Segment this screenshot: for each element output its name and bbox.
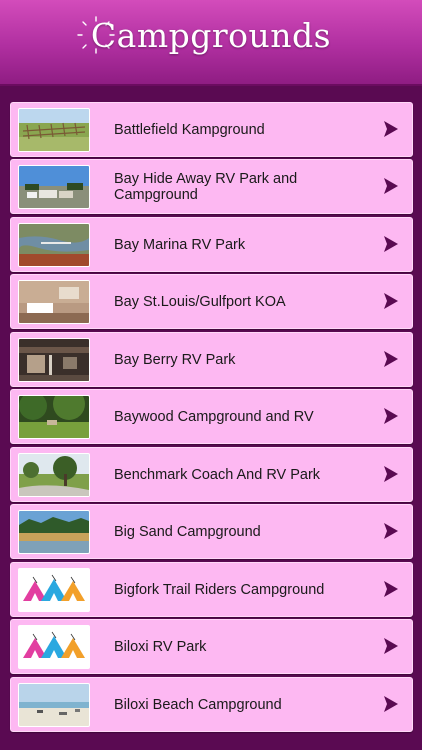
tents-icon bbox=[18, 625, 90, 669]
list-item[interactable]: Benchmark Coach And RV Park bbox=[10, 447, 413, 502]
list-item[interactable]: Biloxi RV Park bbox=[10, 619, 413, 674]
list-item-label: Bay Marina RV Park bbox=[114, 236, 246, 253]
chevron-right-icon bbox=[384, 351, 398, 367]
list-item-label: Bay St.Louis/Gulfport KOA bbox=[114, 293, 286, 310]
list-item[interactable]: Biloxi Beach Campground bbox=[10, 677, 413, 732]
chevron-right-icon bbox=[384, 466, 398, 482]
list-item-label: Battlefield Kampground bbox=[114, 121, 265, 138]
chevron-right-icon bbox=[384, 696, 398, 712]
tree-lot-photo bbox=[18, 453, 90, 497]
beach-photo bbox=[18, 683, 90, 727]
list-item[interactable]: Baywood Campground and RV bbox=[10, 389, 413, 444]
list-item[interactable]: Battlefield Kampground bbox=[10, 102, 413, 157]
field-fence-photo bbox=[18, 108, 90, 152]
tents-icon bbox=[18, 568, 90, 612]
list-item[interactable]: Bay Berry RV Park bbox=[10, 332, 413, 387]
chevron-right-icon bbox=[384, 638, 398, 654]
list-item[interactable]: Bay Marina RV Park bbox=[10, 217, 413, 272]
list-item-label: Bay Hide Away RV Park and Campground bbox=[114, 170, 298, 203]
wooded-lawn-photo bbox=[18, 395, 90, 439]
list-item-label: Biloxi RV Park bbox=[114, 638, 207, 655]
list-item-label: Big Sand Campground bbox=[114, 523, 261, 540]
list-item-label: Bigfork Trail Riders Campground bbox=[114, 581, 325, 598]
list-item-label: Bay Berry RV Park bbox=[114, 351, 236, 368]
chevron-right-icon bbox=[384, 293, 398, 309]
marina-aerial-photo bbox=[18, 223, 90, 267]
cabin-interior-photo bbox=[18, 280, 90, 324]
list-item-label: Benchmark Coach And RV Park bbox=[114, 466, 321, 483]
chevron-right-icon bbox=[384, 581, 398, 597]
list-item[interactable]: Big Sand Campground bbox=[10, 504, 413, 559]
chevron-right-icon bbox=[384, 523, 398, 539]
list-item[interactable]: Bay Hide Away RV Park and Campground bbox=[10, 159, 413, 214]
lake-forest-photo bbox=[18, 510, 90, 554]
lodge-porch-photo bbox=[18, 338, 90, 382]
list-item[interactable]: Bigfork Trail Riders Campground bbox=[10, 562, 413, 617]
chevron-right-icon bbox=[384, 121, 398, 137]
list-item-label: Biloxi Beach Campground bbox=[114, 696, 282, 713]
chevron-right-icon bbox=[384, 408, 398, 424]
rv-lot-photo bbox=[18, 165, 90, 209]
app-header: Campgrounds bbox=[0, 0, 422, 86]
list-item-label: Baywood Campground and RV bbox=[114, 408, 314, 425]
chevron-right-icon bbox=[384, 178, 398, 194]
list-item[interactable]: Bay St.Louis/Gulfport KOA bbox=[10, 274, 413, 329]
page-title: Campgrounds bbox=[90, 16, 332, 55]
chevron-right-icon bbox=[384, 236, 398, 252]
